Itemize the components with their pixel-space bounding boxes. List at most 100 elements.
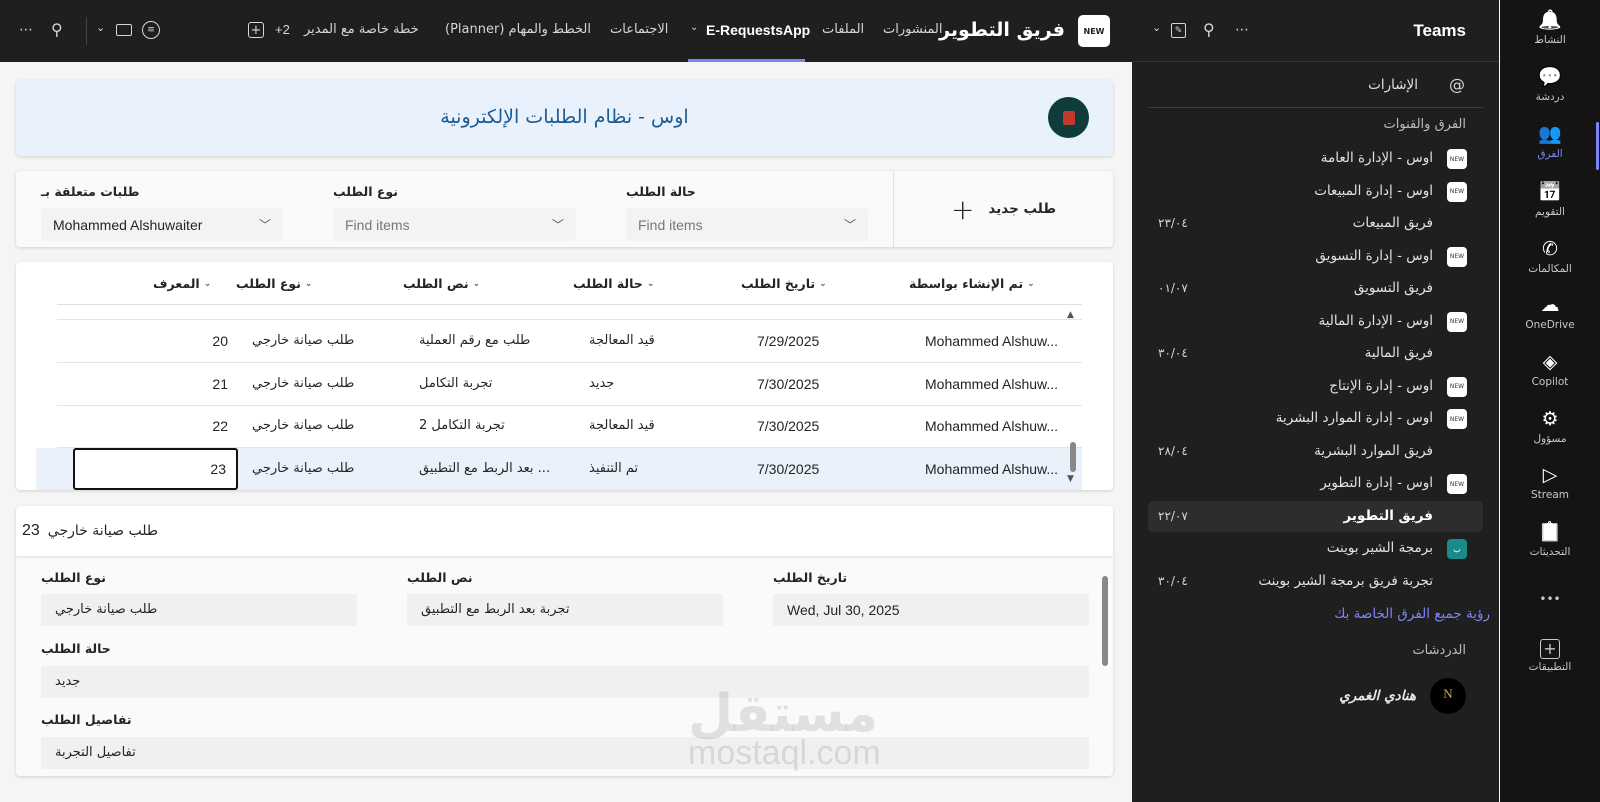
type-filter-dropdown[interactable]: Find items ﹀ <box>333 208 576 241</box>
chevron-down-icon: ⌄ <box>203 278 212 289</box>
teams-icon: 👥 <box>1538 123 1562 145</box>
status-field[interactable]: جديد <box>41 666 1089 698</box>
rail-item-cloud[interactable]: ☁ OneDrive <box>1500 293 1600 331</box>
scroll-down-icon[interactable]: ▼ <box>1067 474 1074 484</box>
column-header[interactable]: ⌄ المعرف <box>153 276 211 291</box>
search-icon[interactable]: ⚲ <box>51 20 63 39</box>
section-teams-heading: الفرق والقنوات <box>1383 117 1466 132</box>
item-label: فريق المالية <box>1364 345 1433 361</box>
rail-item-copilot[interactable]: ◈ Copilot <box>1500 350 1600 388</box>
chat-icon[interactable]: ≡ <box>142 21 160 39</box>
column-header[interactable]: ⌄ نوع الطلب <box>236 276 312 291</box>
new-request-button[interactable]: + طلب جديد <box>893 171 1113 247</box>
rail-item-calendar[interactable]: 📅 التقويم <box>1500 180 1600 218</box>
team-logo-icon: NEW <box>1447 149 1467 169</box>
team-list-item[interactable]: NEW اوس - الإدارة المالية <box>1148 306 1483 338</box>
status-filter-placeholder: Find items <box>638 216 703 233</box>
status-filter-dropdown[interactable]: Find items ﹀ <box>626 208 868 241</box>
rail-item-stream[interactable]: ▷ Stream <box>1500 463 1600 501</box>
team-list-item[interactable]: NEW اوس - إدارة الموارد البشرية <box>1148 403 1483 435</box>
related-filter-dropdown[interactable]: Mohammed Alshuwaiter ﹀ <box>41 208 283 241</box>
column-header[interactable]: ⌄ تم الإنشاء بواسطة <box>909 276 1035 291</box>
team-list-item[interactable]: NEW اوس - إدارة التسويق <box>1148 241 1483 273</box>
team-logo-icon: NEW <box>1447 376 1467 397</box>
scroll-thumb[interactable] <box>1070 442 1076 472</box>
team-list-item[interactable]: NEW اوس - إدارة الإنتاج <box>1148 371 1483 403</box>
more-apps-button[interactable]: ••• <box>1500 592 1600 606</box>
rail-item-apps[interactable]: + التطبيقات <box>1500 639 1600 673</box>
team-avatar-icon: ب <box>1447 539 1467 559</box>
item-date: ٠١/٠٧ <box>1158 281 1188 295</box>
rail-label: مسؤول <box>1533 433 1567 445</box>
see-all-teams-link[interactable]: رؤية جميع الفرق الخاصة بك <box>1334 606 1490 622</box>
team-list-item[interactable]: NEW اوس - إدارة التطوير <box>1148 468 1483 500</box>
column-header[interactable]: ⌄ نص الطلب <box>403 276 480 291</box>
team-list-item[interactable]: NEW اوس - إدارة المبيعات <box>1148 176 1483 208</box>
rail-item-phone[interactable]: ✆ المكالمات <box>1500 237 1600 275</box>
app-content: اوس - نظام الطلبات الإلكترونية + طلب جدي… <box>0 62 1132 802</box>
table-row[interactable]: 23 طلب صيانة خارجي ... بعد الربط مع التطبي… <box>36 447 1082 490</box>
mentions-item[interactable]: @ الإشارات <box>1148 72 1483 100</box>
table-cell: 21 <box>212 375 228 392</box>
app-logo <box>1048 97 1089 138</box>
scroll-thumb[interactable] <box>1102 576 1108 666</box>
item-label: اوس - إدارة الإنتاج <box>1329 377 1433 394</box>
detail-scrollbar[interactable] <box>1100 574 1110 774</box>
chat-item[interactable]: N هنادي الغمري <box>1148 676 1483 716</box>
table-cell: قيد المعالجة <box>589 418 655 433</box>
rail-item-admin[interactable]: ⚙ مسؤول <box>1500 407 1600 445</box>
team-list-item[interactable]: فريق التسويق ٠١/٠٧ <box>1148 273 1483 305</box>
table-row[interactable]: 20 طلب صيانة خارجي طلب مع رقم العملية قيد ا… <box>57 320 1082 363</box>
team-list-item[interactable]: تجربة فريق برمجة الشير بوينت ٣٠/٠٤ <box>1148 566 1483 598</box>
table-cell: Mohammed Alshuw... <box>925 460 1059 477</box>
text-field-label: نص الطلب <box>407 570 473 585</box>
column-header[interactable]: ⌄ تاريخ الطلب <box>741 276 827 291</box>
tab-posts[interactable]: المنشورات <box>883 22 942 37</box>
team-list-item[interactable]: ب برمجة الشير بوينت <box>1148 533 1483 565</box>
video-call-icon[interactable] <box>116 24 132 36</box>
more-options-icon[interactable]: ⋯ <box>19 22 33 38</box>
tab-meetings[interactable]: الاجتماعات <box>610 22 668 37</box>
column-header-label: نص الطلب <box>403 276 469 291</box>
add-tab-icon[interactable]: + <box>248 22 264 38</box>
chevron-down-icon[interactable]: ⌄ <box>1152 21 1161 34</box>
chevron-down-icon[interactable]: ⌄ <box>690 22 698 33</box>
id-cell-focused[interactable]: 23 <box>73 447 238 490</box>
compose-icon[interactable]: ✎ <box>1171 23 1186 38</box>
more-options-icon[interactable]: ⋯ <box>1235 22 1249 38</box>
team-list-item[interactable]: فريق التطوير ٢٢/٠٧ <box>1148 500 1483 532</box>
chevron-down-icon: ⌄ <box>472 278 481 289</box>
request-detail-card: 23 طلب صيانة خارجي نوع الطلب طلب صيانة خ… <box>16 506 1113 776</box>
tab-planner[interactable]: الخطط والمهام (Planner) <box>445 22 591 37</box>
rail-label: التحديثات <box>1529 546 1571 558</box>
date-field[interactable]: Wed, Jul 30, 2025 <box>773 594 1089 626</box>
scroll-up-icon[interactable]: ▲ <box>1067 310 1074 320</box>
column-header-label: تم الإنشاء بواسطة <box>909 276 1024 291</box>
table-scrollbar[interactable]: ▲ ▼ <box>1066 310 1080 490</box>
item-label: اوس - إدارة المبيعات <box>1314 182 1433 199</box>
team-list-item[interactable]: NEW اوس - الإدارة العامة <box>1148 143 1483 175</box>
more-tabs[interactable]: +2 <box>275 22 290 37</box>
search-icon[interactable]: ⚲ <box>1203 20 1215 39</box>
details-field[interactable]: تفاصيل التجربة <box>41 737 1089 769</box>
team-list-item[interactable]: فريق المبيعات ٢٣/٠٤ <box>1148 208 1483 240</box>
team-list-item[interactable]: فريق المالية ٣٠/٠٤ <box>1148 338 1483 370</box>
tab-erequestsapp[interactable]: E-RequestsApp <box>706 22 810 38</box>
rail-item-teams[interactable]: 👥 الفرق <box>1500 122 1600 160</box>
rail-item-chat[interactable]: 💬 دردشة <box>1500 65 1600 103</box>
chevron-down-icon[interactable]: ⌄ <box>96 21 105 34</box>
table-row[interactable]: 21 طلب صيانة خارجي تجربة التكامل جديد 7/30/2… <box>57 363 1082 406</box>
tab-manager-plan[interactable]: خطة خاصة مع المدير <box>304 22 419 37</box>
team-list-item[interactable]: فريق الموارد البشرية ٢٨/٠٤ <box>1148 436 1483 468</box>
tab-files[interactable]: الملفات <box>822 22 864 37</box>
column-header-label: نوع الطلب <box>236 276 301 291</box>
table-cell: Mohammed Alshuw... <box>925 418 1059 434</box>
type-field[interactable]: طلب صيانة خارجي <box>41 594 357 626</box>
rail-item-updates[interactable]: 📋 التحديثات <box>1500 520 1600 558</box>
rail-item-bell[interactable]: 🔔 النشاط <box>1500 8 1600 46</box>
text-field[interactable]: تجربة بعد الربط مع التطبيق <box>407 594 723 626</box>
column-header[interactable]: ⌄ حالة الطلب <box>573 276 654 291</box>
cloud-icon: ☁ <box>1540 294 1560 316</box>
team-logo-icon: NEW <box>1447 181 1467 202</box>
table-row[interactable]: 22 طلب صيانة خارجي تجربة التكامل 2 قيد المع… <box>57 405 1082 448</box>
